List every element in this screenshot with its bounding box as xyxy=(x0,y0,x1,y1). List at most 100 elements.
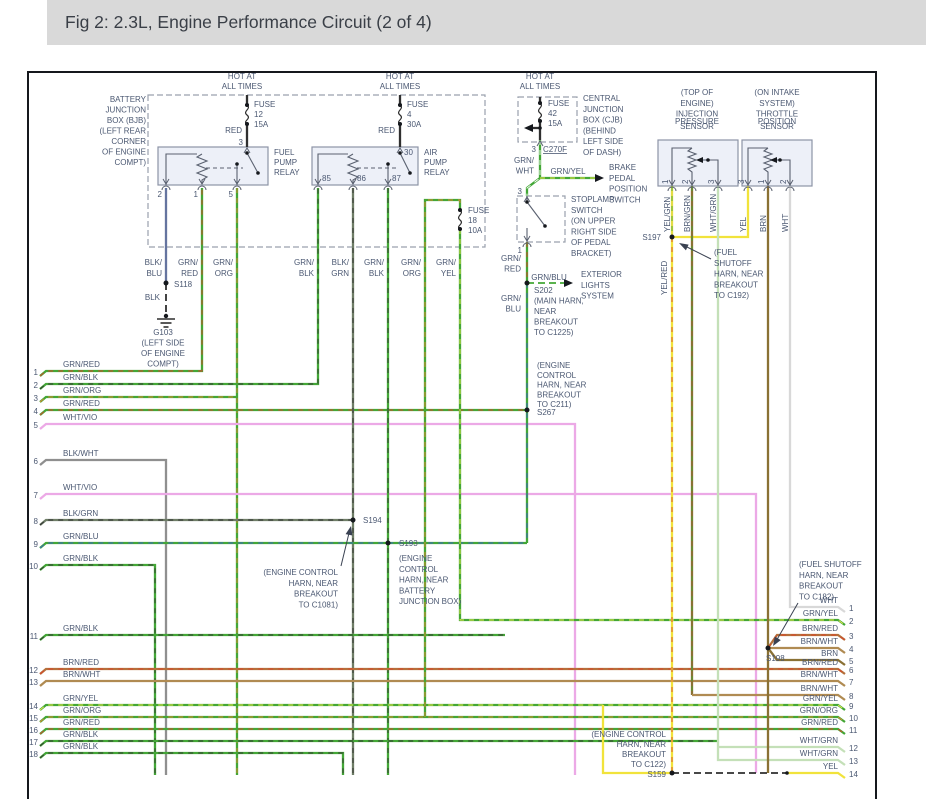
junction-dot xyxy=(785,771,789,775)
row-number-left: 5 xyxy=(34,421,39,430)
row-wire-label-left: GRN/ORG xyxy=(63,386,101,395)
diagram-label: (TOP OFENGINE)INJECTION xyxy=(676,88,718,119)
row-number-right: 10 xyxy=(849,714,858,723)
junction-dot xyxy=(245,103,249,107)
row-wire-label-left: GRN/RED xyxy=(63,360,100,369)
diagram-label: S198 xyxy=(766,654,785,663)
diagram-label: 3 xyxy=(239,138,244,147)
row-wire-label-right: BRN/WHT xyxy=(801,670,838,679)
junction-dot xyxy=(538,119,542,123)
junction-dot xyxy=(398,103,402,107)
junction-dot xyxy=(458,208,462,212)
junction-dot xyxy=(398,151,402,155)
diagram-label: 2 xyxy=(779,179,788,184)
row-number-left: 7 xyxy=(34,491,39,500)
diagram-label: 2 xyxy=(158,190,163,199)
ground-dot xyxy=(164,314,168,318)
splice-s193 xyxy=(386,541,391,546)
junction-dot xyxy=(408,171,412,175)
diagram-label: S194 xyxy=(363,516,382,525)
row-wire-label-left: GRN/ORG xyxy=(63,706,101,715)
row-wire-label-left: GRN/RED xyxy=(63,399,100,408)
row-wire-label-left: GRN/BLK xyxy=(63,373,99,382)
diagram-label: S267 xyxy=(537,408,556,417)
row-wire-label-left: BLK/GRN xyxy=(63,509,98,518)
diagram-label: 1 xyxy=(194,190,199,199)
diagram-label: 3 xyxy=(532,145,537,154)
row-wire-label-right: GRN/YEL xyxy=(803,609,839,618)
row-wire-label-left: GRN/BLK xyxy=(63,554,99,563)
row-number-left: 11 xyxy=(30,632,39,641)
diagram-label: BLK xyxy=(145,293,161,302)
row-wire-label-left: GRN/RED xyxy=(63,718,100,727)
row-wire-label-left: GRN/BLK xyxy=(63,742,99,751)
diagram-label: GRN/WHT xyxy=(514,156,535,176)
diagram-label: BRN xyxy=(759,215,768,232)
diagram-label: SENSOR xyxy=(680,122,714,131)
diagram-label: WHT xyxy=(781,214,790,232)
junction-dot xyxy=(706,158,710,162)
row-number-right: 1 xyxy=(849,604,854,613)
diagram-label: GRN/BLU xyxy=(531,273,567,282)
splice-s198 xyxy=(766,646,771,651)
fuel-pump-relay-box xyxy=(158,147,268,185)
junction-dot xyxy=(235,162,239,166)
diagram-label: RED xyxy=(378,126,395,135)
row-wire-label-left: WHT/VIO xyxy=(63,413,97,422)
diagram-label: GRN/YEL xyxy=(550,167,586,176)
page-background: Fig 2: 2.3L, Engine Performance Circuit … xyxy=(0,0,926,799)
row-number-left: 17 xyxy=(29,738,38,747)
row-number-right: 9 xyxy=(849,702,854,711)
row-wire-label-left: BRN/WHT xyxy=(63,670,100,679)
row-number-right: 4 xyxy=(849,645,854,654)
row-number-right: 12 xyxy=(849,744,858,753)
diagram-label: BATTERYJUNCTIONBOX (BJB)(LEFT REARCORNER… xyxy=(99,95,146,167)
diagram-label: 1 xyxy=(757,179,766,184)
row-number-left: 1 xyxy=(34,368,39,377)
row-number-left: 4 xyxy=(34,407,39,416)
row-number-left: 13 xyxy=(29,678,38,687)
junction-dot xyxy=(256,171,260,175)
diagram-label: WHT/GRN xyxy=(709,194,718,232)
row-wire-label-right: BRN xyxy=(821,649,838,658)
row-number-left: 10 xyxy=(29,562,38,571)
wiring-diagram: BATTERYJUNCTIONBOX (BJB)(LEFT REARCORNER… xyxy=(0,0,926,799)
row-wire-label-right: WHT xyxy=(820,596,838,605)
row-number-left: 16 xyxy=(29,726,38,735)
diagram-label: RED xyxy=(225,126,242,135)
junction-dot xyxy=(538,126,542,130)
junction-dot xyxy=(245,151,249,155)
row-wire-label-left: WHT/VIO xyxy=(63,483,97,492)
row-number-left: 6 xyxy=(34,457,39,466)
row-wire-label-right: WHT/GRN xyxy=(800,736,838,745)
row-number-right: 5 xyxy=(849,657,854,666)
diagram-label: 5 xyxy=(229,190,234,199)
diagram-label: 85 xyxy=(322,174,331,183)
row-number-left: 9 xyxy=(34,540,39,549)
row-number-left: 15 xyxy=(29,714,38,723)
diagram-label: 2 xyxy=(681,179,690,184)
splice-s159 xyxy=(670,771,675,776)
row-number-left: 12 xyxy=(29,666,38,675)
row-wire-label-right: BRN/RED xyxy=(802,624,838,633)
injection-pressure-sensor-box xyxy=(658,140,738,186)
diagram-label: 86 xyxy=(357,174,366,183)
row-number-right: 6 xyxy=(849,666,854,675)
diagram-label: S118 xyxy=(174,280,193,289)
row-wire-label-right: BRN/WHT xyxy=(801,637,838,646)
row-number-right: 11 xyxy=(849,726,858,735)
diagram-label: 87 xyxy=(392,174,401,183)
diagram-label: YEL/RED xyxy=(660,261,669,295)
row-wire-label-right: GRN/RED xyxy=(801,718,838,727)
splice-s202 xyxy=(525,281,530,286)
diagram-label: 3 xyxy=(518,187,523,196)
row-wire-label-right: YEL xyxy=(823,762,839,771)
diagram-label: S193 xyxy=(399,539,418,548)
diagram-label: YEL xyxy=(739,216,748,232)
junction-dot xyxy=(538,101,542,105)
row-wire-label-left: GRN/YEL xyxy=(63,694,99,703)
row-wire-label-right: BRN/RED xyxy=(802,658,838,667)
junction-dot xyxy=(386,162,390,166)
diagram-label: 1 xyxy=(661,179,670,184)
diagram-label: SENSOR xyxy=(760,122,794,131)
